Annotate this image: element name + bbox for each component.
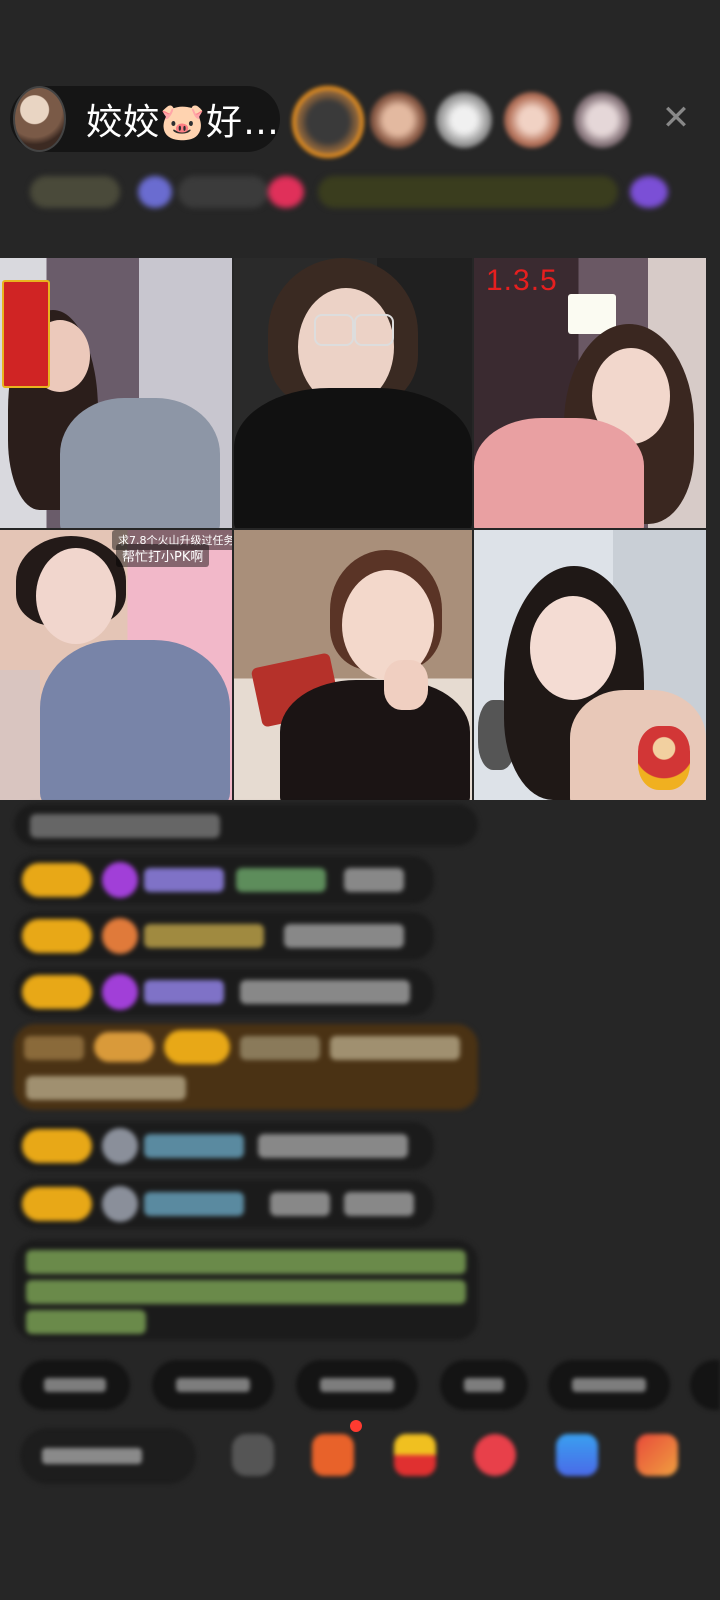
quick-reply-pill[interactable]	[690, 1360, 720, 1410]
mascot-sticker-icon	[638, 726, 690, 790]
game-icon[interactable]	[556, 1434, 598, 1476]
gift-box-icon[interactable]	[312, 1434, 354, 1476]
notification-dot	[350, 1420, 362, 1432]
chat-message	[14, 968, 434, 1016]
video-tile[interactable]	[234, 258, 472, 528]
quick-reply-pill[interactable]	[20, 1360, 130, 1410]
gift-sticker-icon	[2, 280, 50, 388]
video-tile[interactable]	[474, 530, 706, 800]
room-info-strip[interactable]	[18, 170, 686, 216]
video-tile[interactable]: 1.3.5	[474, 258, 706, 528]
video-tile[interactable]: 求7.8个火山升级过任务 帮忙打小PK啊	[0, 530, 232, 800]
quick-reply-pill[interactable]	[152, 1360, 274, 1410]
chat-message-highlight	[14, 1024, 478, 1110]
gift-icon[interactable]	[636, 1434, 678, 1476]
treasure-icon[interactable]	[394, 1434, 436, 1476]
emoji-icon[interactable]	[232, 1434, 274, 1476]
top-viewer-avatar[interactable]	[574, 92, 630, 148]
chat-message	[14, 912, 434, 960]
guest-caption: 帮忙打小PK啊	[116, 544, 210, 567]
system-message	[14, 1240, 478, 1340]
chat-message-list[interactable]	[0, 800, 720, 1360]
top-viewer-avatar[interactable]	[292, 86, 364, 158]
host-name[interactable]: 姣姣🐷好…	[86, 93, 280, 145]
host-info-pill[interactable]: 姣姣🐷好…	[10, 86, 280, 152]
chat-message	[14, 1180, 434, 1228]
quick-reply-pill[interactable]	[440, 1360, 528, 1410]
comment-input[interactable]	[20, 1428, 196, 1484]
chat-message	[14, 804, 478, 846]
host-avatar[interactable]	[13, 86, 67, 152]
quick-reply-pill[interactable]	[296, 1360, 418, 1410]
video-tile[interactable]	[234, 530, 472, 800]
like-icon[interactable]	[474, 1434, 516, 1476]
top-viewer-avatar[interactable]	[504, 92, 560, 148]
chat-message	[14, 1122, 434, 1170]
quick-reply-pill[interactable]	[548, 1360, 670, 1410]
top-viewer-avatar[interactable]	[370, 92, 426, 148]
close-icon[interactable]: ✕	[656, 98, 696, 138]
multi-guest-video-grid: 1.3.5 求7.8个火山升级过任务 帮忙打小PK啊	[0, 258, 706, 800]
video-tile[interactable]	[0, 258, 232, 528]
top-viewer-avatar[interactable]	[436, 92, 492, 148]
stream-counter: 1.3.5	[486, 264, 558, 297]
chat-message	[14, 856, 434, 904]
